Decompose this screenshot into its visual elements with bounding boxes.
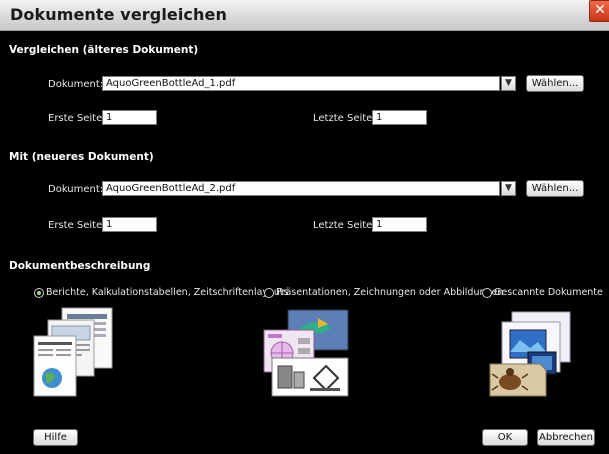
radio-presentations[interactable]	[264, 288, 274, 298]
newer-document-dropdown-arrow[interactable]: ▼	[501, 181, 516, 196]
newer-last-page-label: Letzte Seite:	[313, 220, 376, 231]
older-choose-button[interactable]: Wählen...	[526, 75, 584, 92]
radio-scanned[interactable]	[482, 288, 492, 298]
chevron-down-icon: ▼	[505, 78, 512, 88]
older-document-select[interactable]: AquoGreenBottleAd_1.pdf	[102, 76, 500, 91]
compare-documents-dialog: Dokumente vergleichen ✕ Vergleichen (ält…	[0, 0, 609, 454]
newer-document-select[interactable]: AquoGreenBottleAd_2.pdf	[102, 181, 500, 196]
radio-reports[interactable]	[34, 288, 44, 298]
newer-first-page-input[interactable]: 1	[102, 217, 157, 232]
older-document-label: Dokument:	[48, 79, 104, 90]
radio-presentations-label[interactable]: Präsentationen, Zeichnungen oder Abbildu…	[276, 287, 503, 298]
dialog-title: Dokumente vergleichen	[10, 5, 227, 24]
presentations-icon	[263, 309, 349, 397]
newer-document-heading: Mit (neueres Dokument)	[9, 151, 154, 163]
newer-choose-button[interactable]: Wählen...	[526, 180, 584, 197]
newer-first-page-label: Erste Seite:	[48, 220, 106, 231]
close-button[interactable]: ✕	[589, 0, 609, 22]
help-button[interactable]: Hilfe	[33, 429, 78, 446]
older-last-page-input[interactable]: 1	[372, 110, 427, 125]
older-document-heading: Vergleichen (älteres Dokument)	[9, 44, 199, 56]
ok-button[interactable]: OK	[482, 429, 528, 446]
scanned-documents-icon	[489, 311, 571, 397]
title-bar: Dokumente vergleichen ✕	[0, 0, 609, 31]
document-description-heading: Dokumentbeschreibung	[9, 260, 151, 272]
reports-icon	[33, 307, 113, 397]
radio-reports-label[interactable]: Berichte, Kalkulationstabellen, Zeitschr…	[46, 287, 289, 298]
cancel-button[interactable]: Abbrechen	[537, 429, 595, 446]
newer-last-page-input[interactable]: 1	[372, 217, 427, 232]
older-first-page-label: Erste Seite:	[48, 113, 106, 124]
radio-scanned-label[interactable]: Gescannte Dokumente	[494, 287, 603, 298]
older-first-page-input[interactable]: 1	[102, 110, 157, 125]
older-document-dropdown-arrow[interactable]: ▼	[501, 76, 516, 91]
newer-document-label: Dokument:	[48, 184, 104, 195]
older-last-page-label: Letzte Seite:	[313, 113, 376, 124]
chevron-down-icon: ▼	[505, 183, 512, 193]
